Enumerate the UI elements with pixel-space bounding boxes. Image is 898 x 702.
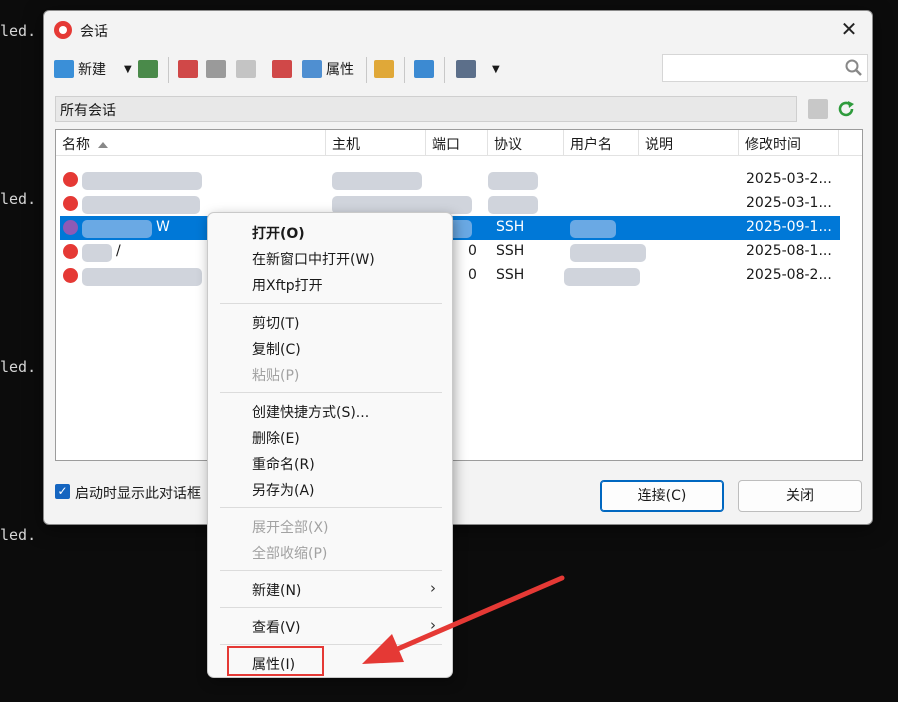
annotation-arrow-icon — [362, 575, 565, 664]
